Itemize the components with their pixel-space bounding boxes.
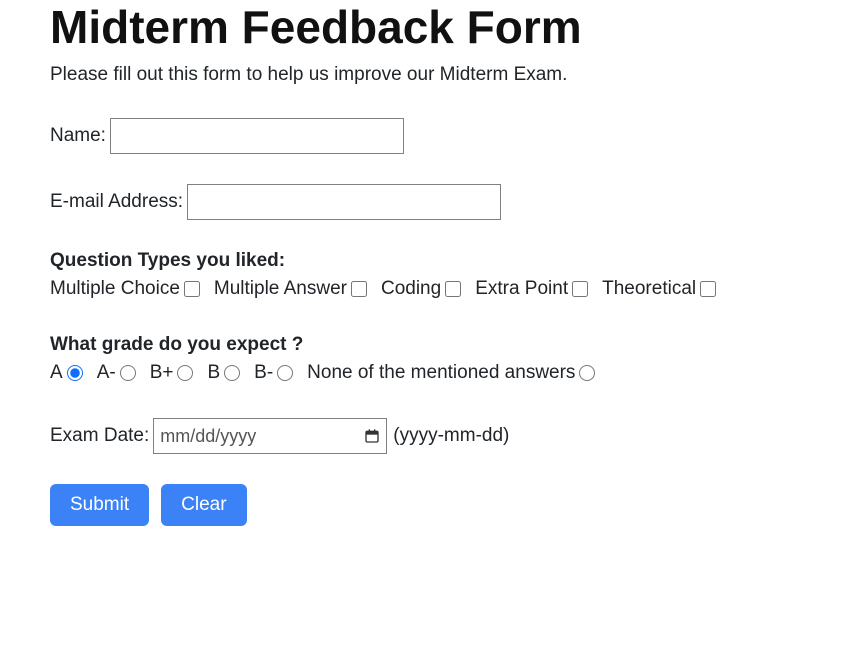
question-types-options: Multiple Choice Multiple Answer Coding E… [50,278,792,300]
option-label: B [207,362,220,384]
option-label: Coding [381,278,441,300]
grade-radio-none[interactable] [579,365,595,381]
question-type-option: Multiple Answer [214,278,375,300]
grade-option: A- [97,362,144,384]
grade-radio-b[interactable] [224,365,240,381]
question-types-heading: Question Types you liked: [50,250,792,272]
submit-button[interactable]: Submit [50,484,149,526]
exam-date-input[interactable]: mm/dd/yyyy [153,418,387,454]
email-input[interactable] [187,184,501,220]
grade-option: B+ [150,362,202,384]
option-label: B- [254,362,273,384]
option-label: B+ [150,362,174,384]
question-type-option: Coding [381,278,469,300]
grade-option: B [207,362,248,384]
calendar-icon[interactable] [364,428,380,444]
grade-radio-a[interactable] [67,365,83,381]
grade-radio-b-plus[interactable] [177,365,193,381]
option-label: None of the mentioned answers [307,362,575,384]
grade-option: B- [254,362,301,384]
button-row: Submit Clear [50,484,792,526]
page-title: Midterm Feedback Form [50,0,792,54]
option-label: Multiple Choice [50,278,180,300]
name-input[interactable] [110,118,404,154]
question-type-checkbox-extra-point[interactable] [572,281,588,297]
intro-text: Please fill out this form to help us imp… [50,64,792,86]
grade-option: None of the mentioned answers [307,362,595,384]
grade-heading: What grade do you expect ? [50,334,792,356]
option-label: Extra Point [475,278,568,300]
option-label: Multiple Answer [214,278,347,300]
grade-radio-b-minus[interactable] [277,365,293,381]
option-label: A [50,362,63,384]
name-row: Name: [50,118,792,154]
question-type-option: Multiple Choice [50,278,208,300]
grade-radio-a-minus[interactable] [120,365,136,381]
question-type-checkbox-multiple-choice[interactable] [184,281,200,297]
email-row: E-mail Address: [50,184,792,220]
option-label: Theoretical [602,278,696,300]
grade-option: A [50,362,91,384]
exam-date-hint: (yyyy-mm-dd) [393,425,509,447]
exam-date-placeholder: mm/dd/yyyy [160,426,256,447]
question-type-checkbox-theoretical[interactable] [700,281,716,297]
question-type-checkbox-multiple-answer[interactable] [351,281,367,297]
grade-options: A A- B+ B B- None of the mentioned answe… [50,362,792,384]
clear-button[interactable]: Clear [161,484,246,526]
question-type-checkbox-coding[interactable] [445,281,461,297]
question-type-option: Theoretical [602,278,716,300]
option-label: A- [97,362,116,384]
question-type-option: Extra Point [475,278,596,300]
exam-date-row: Exam Date: mm/dd/yyyy (yyyy-mm-dd) [50,418,792,454]
exam-date-label: Exam Date: [50,425,149,447]
name-label: Name: [50,125,106,147]
email-label: E-mail Address: [50,191,183,213]
